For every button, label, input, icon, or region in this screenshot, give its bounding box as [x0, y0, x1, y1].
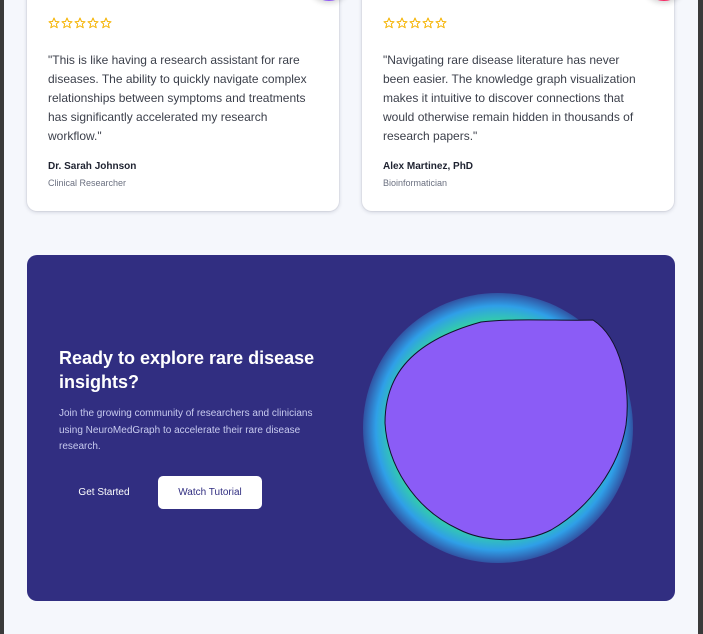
star-icon — [383, 17, 395, 29]
blob-illustration — [384, 319, 628, 541]
star-icon — [422, 17, 434, 29]
get-started-button[interactable]: Get Started — [59, 476, 149, 508]
star-icon — [396, 17, 408, 29]
cta-title: Ready to explore rare disease insights? — [59, 348, 315, 392]
testimonial-quote: "Navigating rare disease literature has … — [383, 53, 636, 143]
star-icon — [100, 17, 112, 29]
star-icon — [409, 17, 421, 29]
star-rating — [48, 17, 112, 29]
star-icon — [87, 17, 99, 29]
star-icon — [48, 17, 60, 29]
testimonial-role: Clinical Researcher — [48, 178, 127, 188]
star-icon — [74, 17, 86, 29]
avatar — [307, 0, 351, 1]
avatar — [642, 0, 686, 1]
blob-glow — [363, 293, 633, 563]
testimonial-card: "This is like having a research assistan… — [27, 0, 351, 211]
page: "This is like having a research assistan… — [4, 0, 698, 634]
testimonial-role: Bioinformatician — [383, 178, 448, 188]
cta-section: Ready to explore rare disease insights? … — [27, 255, 675, 601]
watch-tutorial-button[interactable]: Watch Tutorial — [158, 476, 262, 509]
cta-description: Join the growing community of researcher… — [59, 408, 313, 452]
testimonial-author: Dr. Sarah Johnson — [48, 161, 137, 172]
star-rating — [383, 17, 447, 29]
testimonial-card: "Navigating rare disease literature has … — [362, 0, 686, 211]
star-icon — [435, 17, 447, 29]
testimonial-author: Alex Martinez, PhD — [383, 161, 474, 172]
star-icon — [61, 17, 73, 29]
testimonial-quote: "This is like having a research assistan… — [48, 53, 307, 143]
